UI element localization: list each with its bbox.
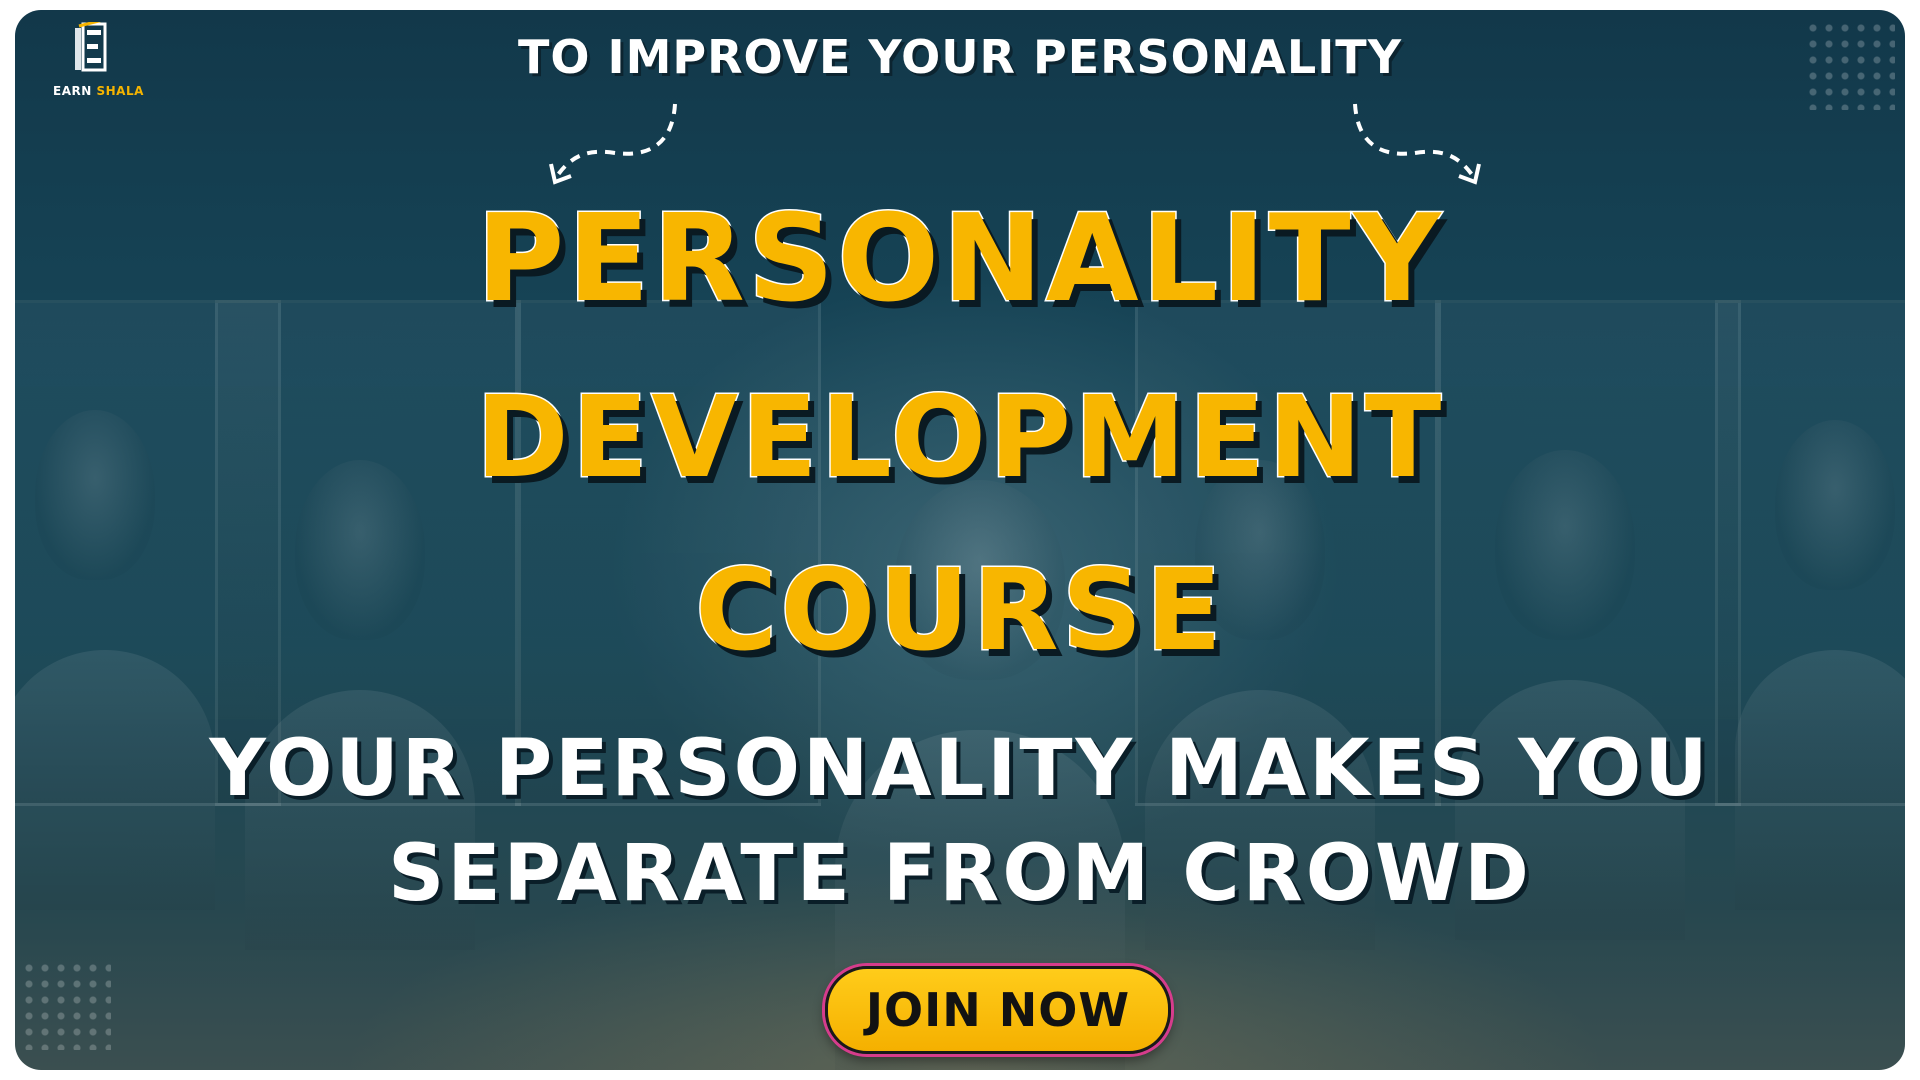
dashed-arrow-down-left-icon: [549, 103, 677, 185]
dot-pattern: [21, 960, 111, 1050]
promo-banner: EARN SHALA TO IMPROVE YOUR PERSONALITY P…: [15, 10, 1905, 1070]
brand-name-part1: EARN: [53, 84, 92, 98]
brand-name-part2: SHALA: [96, 84, 144, 98]
subheadline-line-2: SEPARATE FROM CROWD: [388, 829, 1532, 919]
headline-line-3: COURSE: [694, 546, 1225, 676]
brand-name: EARN SHALA: [53, 84, 144, 98]
tagline: TO IMPROVE YOUR PERSONALITY: [518, 30, 1402, 84]
headline-line-1: PERSONALITY: [475, 190, 1444, 329]
join-now-button[interactable]: JOIN NOW: [825, 966, 1171, 1054]
subheadline-line-1: YOUR PERSONALITY MAKES YOU: [209, 724, 1711, 814]
headline-line-2: DEVELOPMENT: [474, 373, 1445, 503]
join-now-label: JOIN NOW: [865, 983, 1131, 1037]
dashed-arrow-down-right-icon: [1353, 103, 1481, 185]
